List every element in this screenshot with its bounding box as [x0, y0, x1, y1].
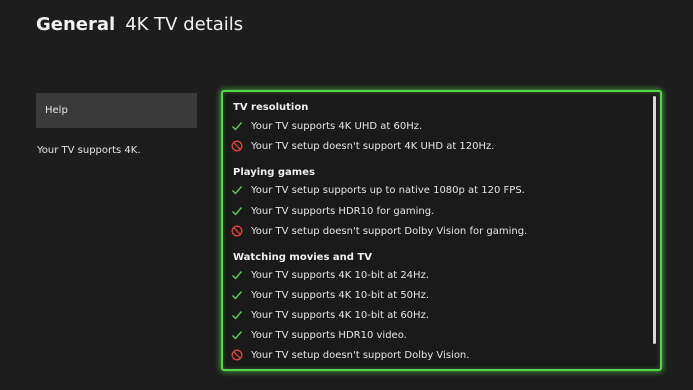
list-item: Your TV supports 4K 10-bit at 24Hz.	[231, 268, 429, 282]
list-item: Your TV setup supports up to native 1080…	[231, 183, 525, 197]
check-icon	[231, 309, 243, 321]
list-item: Your TV supports HDR10 video.	[231, 328, 407, 342]
list-item-text: Your TV setup doesn't support Dolby Visi…	[251, 349, 470, 361]
list-item-text: Your TV supports 4K UHD at 60Hz.	[251, 120, 423, 132]
section-watching-movies: Watching movies and TV	[233, 251, 372, 265]
help-button[interactable]: Help	[36, 93, 197, 128]
section-playing-games: Playing games	[233, 166, 315, 180]
help-button-label: Help	[45, 105, 68, 116]
section-tv-resolution: TV resolution	[233, 101, 308, 115]
list-item: Your TV supports 4K 10-bit at 60Hz.	[231, 308, 429, 322]
header-app-name: General	[36, 14, 116, 35]
blocked-icon	[231, 140, 243, 152]
section-heading: Playing games	[233, 167, 315, 178]
list-item-text: Your TV setup doesn't support Dolby Visi…	[251, 225, 528, 237]
list-item-text: Your TV supports 4K 10-bit at 60Hz.	[251, 309, 429, 321]
section-heading: TV resolution	[233, 102, 309, 113]
blocked-icon	[231, 225, 243, 237]
list-item-text: Your TV supports 4K 10-bit at 24Hz.	[251, 269, 429, 281]
screen: General 4K TV details Help Your TV suppo…	[0, 0, 693, 390]
scrollbar[interactable]	[653, 96, 656, 344]
check-icon	[231, 205, 243, 217]
list-item: Your TV supports HDR10 for gaming.	[231, 204, 434, 218]
check-icon	[231, 269, 243, 281]
check-icon	[231, 329, 243, 341]
section-heading: Watching movies and TV	[233, 252, 372, 263]
check-icon	[231, 289, 243, 301]
check-icon	[231, 184, 243, 196]
list-item-text: Your TV supports 4K 10-bit at 50Hz.	[251, 289, 429, 301]
details-panel[interactable]: TV resolution Your TV supports 4K UHD at…	[221, 90, 662, 371]
list-item-text: Your TV setup doesn't support 4K UHD at …	[251, 140, 495, 152]
blocked-icon	[231, 349, 243, 361]
tv-support-summary: Your TV supports 4K.	[37, 145, 141, 156]
list-item-text: Your TV setup supports up to native 1080…	[251, 184, 525, 196]
list-item-text: Your TV supports HDR10 for gaming.	[251, 205, 435, 217]
list-item-text: Your TV supports HDR10 video.	[251, 329, 407, 341]
list-item: Your TV setup doesn't support 4K UHD at …	[231, 139, 494, 153]
list-item: Your TV setup doesn't support Dolby Visi…	[231, 348, 469, 362]
list-item: Your TV supports 4K 10-bit at 50Hz.	[231, 288, 429, 302]
list-item: Your TV setup doesn't support Dolby Visi…	[231, 224, 527, 238]
header: General 4K TV details	[36, 14, 243, 35]
page-title: 4K TV details	[125, 14, 244, 35]
list-item: Your TV supports 4K UHD at 60Hz.	[231, 119, 422, 133]
check-icon	[231, 120, 243, 132]
